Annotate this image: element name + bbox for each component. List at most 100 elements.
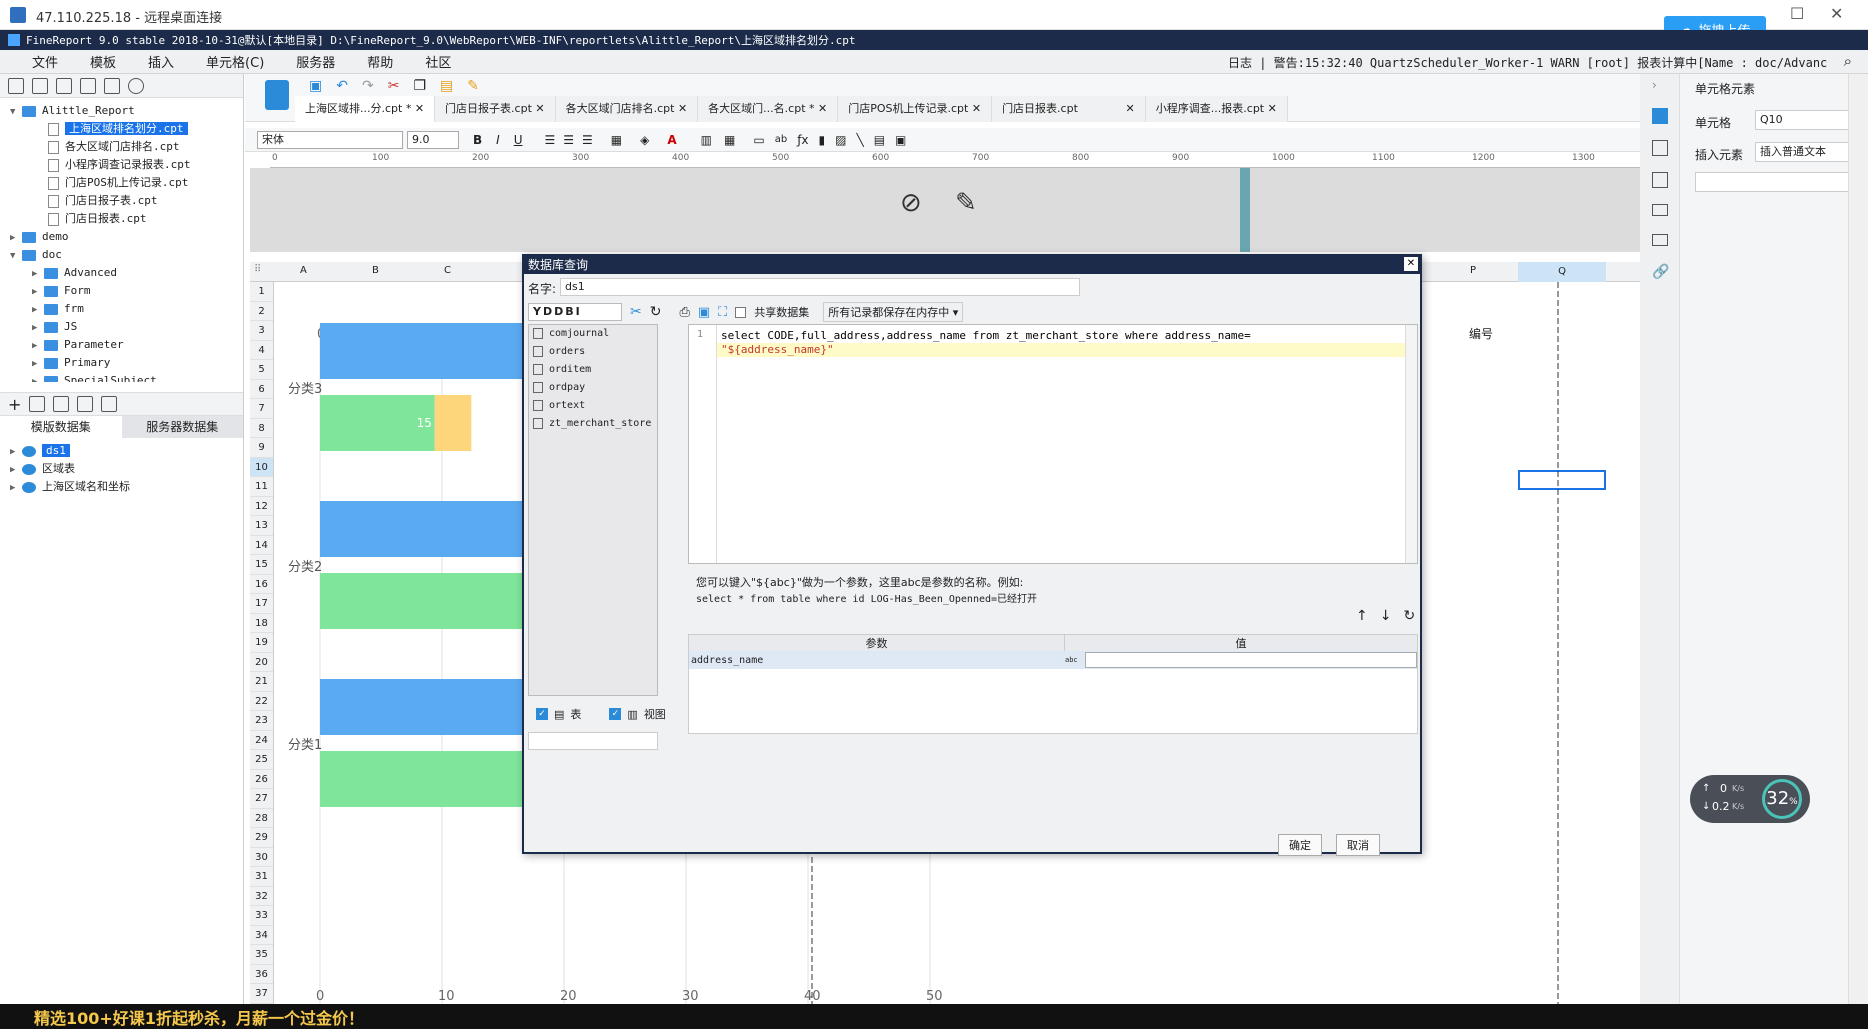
cancel-button[interactable]: 取消 xyxy=(1336,834,1380,856)
row-header-cell[interactable]: 4 xyxy=(250,341,273,360)
tree-file[interactable]: 各大区域门店排名.cpt xyxy=(10,138,243,156)
maximize-icon[interactable]: ☐ xyxy=(1790,4,1804,23)
row-header-cell[interactable]: 26 xyxy=(250,770,273,789)
tree-folder[interactable]: ▶ Advanced xyxy=(10,264,243,282)
widget-icon[interactable] xyxy=(1652,172,1668,188)
condition-icon[interactable] xyxy=(1652,204,1668,216)
content-input[interactable] xyxy=(1695,172,1868,192)
row-header-cell[interactable]: 33 xyxy=(250,906,273,926)
text-icon[interactable]: ab xyxy=(775,134,787,145)
row-header-cell[interactable]: 20 xyxy=(250,653,273,672)
tree-folder[interactable]: ▶ Form xyxy=(10,282,243,300)
row-header-cell[interactable]: 27 xyxy=(250,789,273,809)
table-item[interactable]: ortext xyxy=(529,397,657,415)
data-column-icon[interactable] xyxy=(1652,234,1668,246)
row-header-cell[interactable]: 19 xyxy=(250,633,273,653)
row-header-cell[interactable]: 35 xyxy=(250,945,273,965)
underline-icon[interactable]: U xyxy=(514,133,523,147)
dataset-item[interactable]: ▶ 上海区域名和坐标 xyxy=(10,478,243,496)
tree-folder[interactable]: ▶ Parameter xyxy=(10,336,243,354)
more-icon[interactable]: ▣ xyxy=(895,133,906,147)
tree-folder[interactable]: ▼ doc xyxy=(10,246,243,264)
row-header-cell[interactable]: 7 xyxy=(250,399,273,419)
menu-file[interactable]: 文件 xyxy=(32,52,58,71)
cell-element-icon[interactable] xyxy=(1652,108,1668,124)
subreport-icon[interactable]: ▤ xyxy=(874,133,885,147)
font-select[interactable]: 宋体 xyxy=(257,130,403,149)
row-header-cell[interactable]: 3 xyxy=(250,321,273,341)
menu-cell[interactable]: 单元格(C) xyxy=(206,52,264,71)
row-header-cell[interactable]: 13 xyxy=(250,516,273,536)
row-header-cell[interactable]: 23 xyxy=(250,711,273,731)
close-icon[interactable]: ✕ xyxy=(1830,4,1843,23)
edit-icon[interactable] xyxy=(56,77,72,94)
database-select[interactable]: YDDBI xyxy=(528,303,622,321)
row-header-cell[interactable]: 12 xyxy=(250,497,273,516)
fill-color-icon[interactable]: ◈ xyxy=(640,133,649,147)
tree-folder[interactable]: ▶ frm xyxy=(10,300,243,318)
refresh-icon[interactable]: ↻ xyxy=(650,304,662,320)
tab-template[interactable]: 门店日报表.cpt ✕ xyxy=(992,96,1146,122)
border-icon[interactable]: ▦ xyxy=(611,133,622,147)
table-search-input[interactable] xyxy=(528,732,658,750)
image-icon[interactable]: ▨ xyxy=(835,133,846,147)
col-header[interactable]: B xyxy=(372,265,379,276)
formula-icon[interactable]: ƒx xyxy=(797,133,808,147)
menu-help[interactable]: 帮助 xyxy=(367,52,393,71)
vertical-scrollbar[interactable] xyxy=(1848,74,1868,1004)
col-header[interactable]: C xyxy=(444,265,451,276)
dataset-settings-icon[interactable] xyxy=(101,396,118,412)
tree-file[interactable]: 门店日报子表.cpt xyxy=(10,192,243,210)
cell-attr-icon[interactable] xyxy=(1652,140,1668,156)
align-right-icon[interactable]: ☰ xyxy=(582,133,593,147)
save-query-icon[interactable]: ▣ xyxy=(698,305,710,320)
fullscreen-icon[interactable]: ⛶ xyxy=(718,305,727,320)
dataset-item[interactable]: ▶ ds1 xyxy=(10,442,243,460)
add-icon[interactable]: + xyxy=(8,395,21,414)
tab-server-dataset[interactable]: 服务器数据集 xyxy=(121,416,243,438)
row-header-cell[interactable]: 31 xyxy=(250,867,273,887)
log-status[interactable]: 日志 | 警告:15:32:40 QuartzScheduler_Worker-… xyxy=(1228,54,1828,71)
table-item[interactable]: orders xyxy=(529,343,657,361)
tab-template[interactable]: 各大区域门...名.cpt * ✕ xyxy=(698,96,839,122)
font-color-icon[interactable]: A xyxy=(667,133,676,147)
col-header[interactable]: P xyxy=(1470,265,1476,276)
row-header-cell[interactable]: 37 xyxy=(250,984,273,1004)
copy-icon[interactable] xyxy=(80,77,96,94)
sql-editor[interactable]: 1 select CODE,full_address,address_name … xyxy=(688,324,1418,564)
preview-icon[interactable] xyxy=(77,396,94,412)
tab-template[interactable]: 各大区域门店排名.cpt ✕ xyxy=(555,96,699,122)
preview-icon[interactable]: ⎙ xyxy=(679,305,689,320)
edit-dataset-icon[interactable] xyxy=(29,396,46,412)
row-header-cell[interactable]: 16 xyxy=(250,575,273,594)
grid-corner-icon[interactable]: ⠿ xyxy=(254,264,261,275)
row-header-cell[interactable]: 2 xyxy=(250,302,273,321)
menu-insert[interactable]: 插入 xyxy=(148,52,174,71)
align-left-icon[interactable]: ☰ xyxy=(545,133,556,147)
tab-template-dataset[interactable]: 模版数据集 xyxy=(0,416,122,438)
row-header-cell[interactable]: 29 xyxy=(250,828,273,848)
row-header-cell[interactable]: 5 xyxy=(250,360,273,380)
menu-community[interactable]: 社区 xyxy=(425,52,451,71)
dataset-item[interactable]: ▶ 区域表 xyxy=(10,460,243,478)
tab-template[interactable]: 门店日报子表.cpt ✕ xyxy=(435,96,556,122)
delete-dataset-icon[interactable] xyxy=(53,396,70,412)
row-header-cell[interactable]: 25 xyxy=(250,750,273,770)
tab-template[interactable]: 门店POS机上传记录.cpt ✕ xyxy=(838,96,993,122)
refresh-icon[interactable] xyxy=(32,77,48,94)
row-header-cell[interactable]: 9 xyxy=(250,438,273,458)
row-header-cell[interactable]: 18 xyxy=(250,614,273,633)
align-center-icon[interactable]: ☰ xyxy=(563,133,574,147)
merge-icon[interactable]: ▥ xyxy=(701,133,712,147)
table-item[interactable]: orditem xyxy=(529,361,657,379)
row-header-cell[interactable]: 11 xyxy=(250,477,273,497)
row-header-cell[interactable]: 6 xyxy=(250,380,273,399)
row-header-cell[interactable]: 22 xyxy=(250,692,273,711)
search-file-icon[interactable] xyxy=(128,77,144,94)
refresh-params-icon[interactable]: ↻ xyxy=(1403,608,1415,624)
tree-folder[interactable]: ▶ demo xyxy=(10,228,243,246)
move-up-icon[interactable]: ↑ xyxy=(1356,608,1368,624)
table-item[interactable]: ordpay xyxy=(529,379,657,397)
row-header-cell[interactable]: 8 xyxy=(250,419,273,438)
tree-folder[interactable]: ▶ Primary xyxy=(10,354,243,372)
